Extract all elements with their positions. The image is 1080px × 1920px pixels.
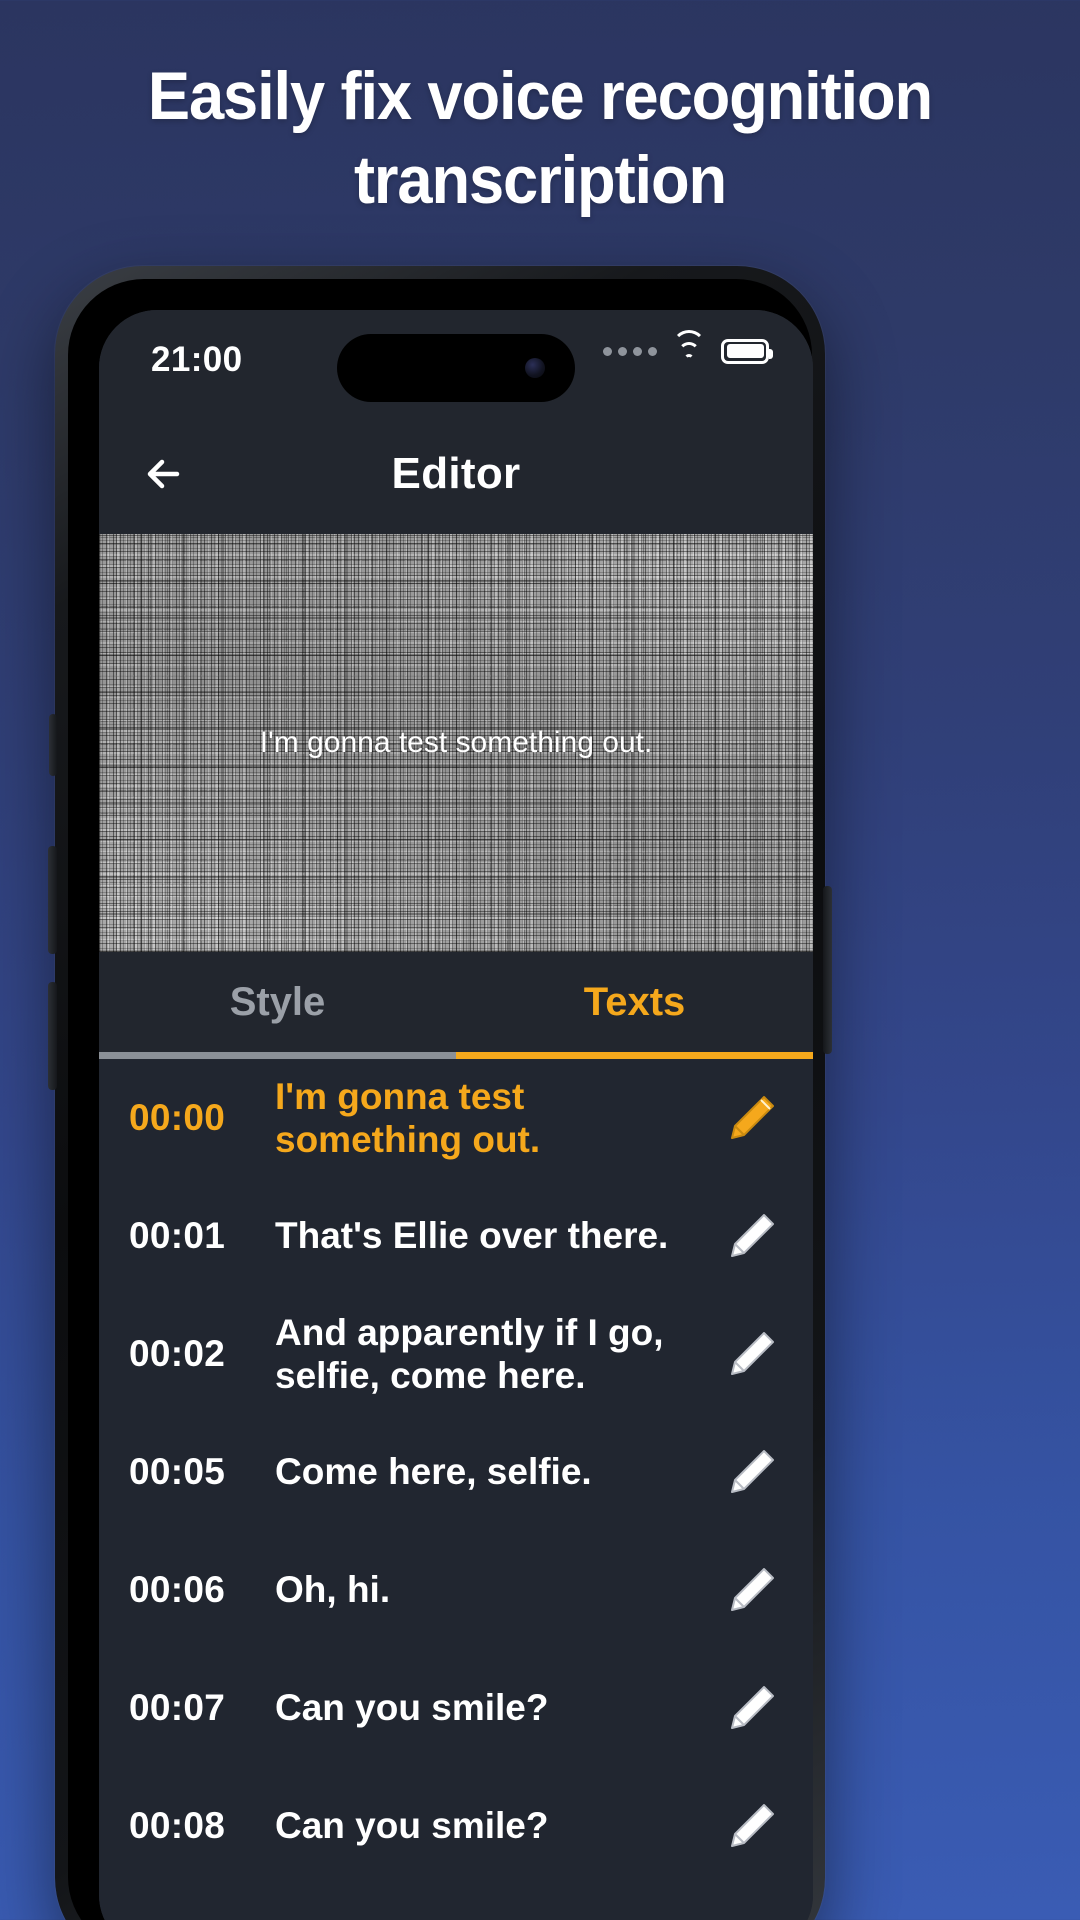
edit-row-button[interactable] [717,1445,779,1499]
edit-row-button[interactable] [717,1091,779,1145]
headline-line-2: transcription [353,142,727,218]
pencil-icon [731,1096,774,1139]
pencil-icon [731,1332,774,1375]
transcript-list[interactable]: 00:00 I'm gonna test something out. 00:0… [99,1059,813,1920]
status-bar: 21:00 [99,310,813,414]
phone-mockup: 21:00 Editor I'm gonna test something ou… [48,266,832,1920]
table-row[interactable]: 00:07 Can you smile? [99,1649,813,1767]
wifi-icon [672,330,706,364]
headline-line-1: Easily fix voice recognition [147,58,933,134]
pencil-icon [731,1804,774,1847]
edit-row-button[interactable] [717,1799,779,1853]
row-timestamp: 00:06 [129,1569,226,1610]
volume-down-button[interactable] [48,982,57,1090]
tab-texts[interactable]: Texts [456,952,813,1052]
nav-bar: Editor [99,414,813,534]
dynamic-island [337,334,575,402]
battery-full-icon [721,338,773,364]
table-row[interactable]: 00:08 Can you smile? [99,1767,813,1885]
pencil-icon [731,1686,774,1729]
row-timestamp: 00:05 [129,1451,226,1492]
edit-row-button[interactable] [717,1563,779,1617]
row-text[interactable]: Can you smile? [275,1686,717,1729]
row-timestamp: 00:08 [129,1805,226,1846]
signal-dots-icon [603,346,657,356]
status-bar-indicators [603,330,773,364]
video-preview[interactable]: I'm gonna test something out. [99,534,813,952]
video-caption-overlay: I'm gonna test something out. [259,726,653,759]
row-text[interactable]: And apparently if I go, selfie, come her… [275,1311,717,1398]
pencil-icon [731,1568,774,1611]
phone-screen: 21:00 Editor I'm gonna test something ou… [99,310,813,1920]
row-timestamp: 00:01 [129,1215,226,1256]
row-text[interactable]: Oh, hi. [275,1568,717,1611]
promo-headline: Easily fix voice recognition transcripti… [38,62,1042,214]
edit-row-button[interactable] [717,1209,779,1263]
table-row[interactable]: 00:02 And apparently if I go, selfie, co… [99,1295,813,1413]
front-camera-icon [525,358,545,378]
row-text[interactable]: I'm gonna test something out. [275,1075,717,1162]
row-text[interactable]: Can you smile? [275,1804,717,1847]
edit-row-button[interactable] [717,1327,779,1381]
page-title: Editor [391,449,521,498]
row-timestamp: 00:07 [129,1687,226,1728]
pencil-icon [731,1450,774,1493]
row-timestamp: 00:02 [129,1333,226,1374]
edit-row-button[interactable] [717,1681,779,1735]
table-row[interactable]: 00:00 I'm gonna test something out. [99,1059,813,1177]
row-text[interactable]: That's Ellie over there. [275,1214,717,1257]
tab-style[interactable]: Style [99,952,456,1052]
back-button[interactable] [131,439,201,509]
arrow-left-icon [147,459,180,489]
volume-up-button[interactable] [48,846,57,954]
pencil-icon [731,1214,774,1257]
editor-tab-bar: Style Texts [99,952,813,1052]
power-button[interactable] [823,886,832,1054]
tab-indicator-inactive [99,1052,456,1059]
table-row[interactable]: 00:01 That's Ellie over there. [99,1177,813,1295]
row-timestamp: 00:00 [129,1097,226,1138]
status-bar-time: 21:00 [151,340,243,379]
table-row[interactable]: 00:06 Oh, hi. [99,1531,813,1649]
tab-indicator [99,1052,813,1059]
tab-indicator-active [456,1052,813,1059]
silent-switch[interactable] [49,714,57,776]
phone-bezel: 21:00 Editor I'm gonna test something ou… [68,279,813,1920]
table-row[interactable]: 00:05 Come here, selfie. [99,1413,813,1531]
row-text[interactable]: Come here, selfie. [275,1450,717,1493]
